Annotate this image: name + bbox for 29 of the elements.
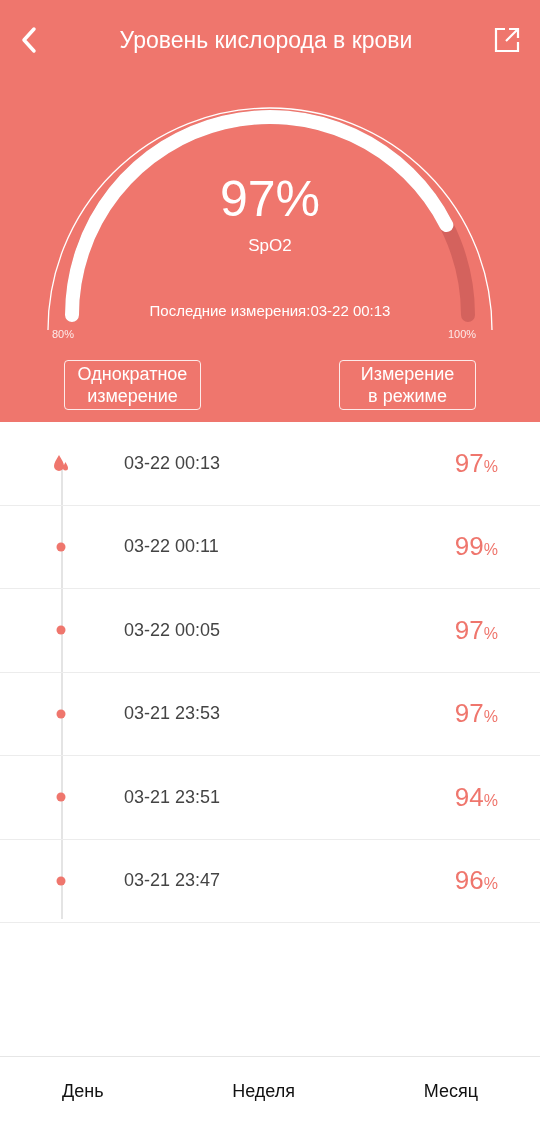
scale-max-label: 100% <box>448 328 477 340</box>
record-time: 03-21 23:53 <box>124 703 222 725</box>
record-value: 94% <box>454 781 499 813</box>
timeline-dot <box>56 541 66 552</box>
record-time: 03-22 00:05 <box>124 619 222 641</box>
screen-title: Уровень кислорода в крови <box>118 26 414 54</box>
share-icon[interactable] <box>494 27 520 53</box>
record-value: 96% <box>454 865 499 897</box>
record-time: 03-21 23:51 <box>124 786 222 808</box>
last-measurement: Последние измерения:03-22 00:13 <box>148 302 392 319</box>
timeline-dot <box>56 708 66 719</box>
spo2-label: SpO2 <box>247 236 293 256</box>
scale-min-label: 80% <box>52 328 75 340</box>
timeline-dot <box>56 875 66 886</box>
record-time: 03-22 00:11 <box>124 536 220 558</box>
period-tab[interactable]: Неделя <box>232 1080 295 1102</box>
record-value: 97% <box>454 614 499 646</box>
record-time: 03-21 23:47 <box>124 870 222 892</box>
record-value: 97% <box>454 447 499 479</box>
back-icon[interactable] <box>20 26 38 54</box>
timeline-dot <box>56 625 66 636</box>
record-time: 03-22 00:13 <box>124 452 222 474</box>
period-tab[interactable]: Месяц <box>423 1080 478 1102</box>
timeline-dot <box>56 792 66 803</box>
record-value: 99% <box>454 531 499 563</box>
record-value: 97% <box>454 698 499 730</box>
period-tab[interactable]: День <box>62 1080 104 1102</box>
spo2-value: 97% <box>218 170 322 228</box>
drops-icon <box>52 454 70 473</box>
